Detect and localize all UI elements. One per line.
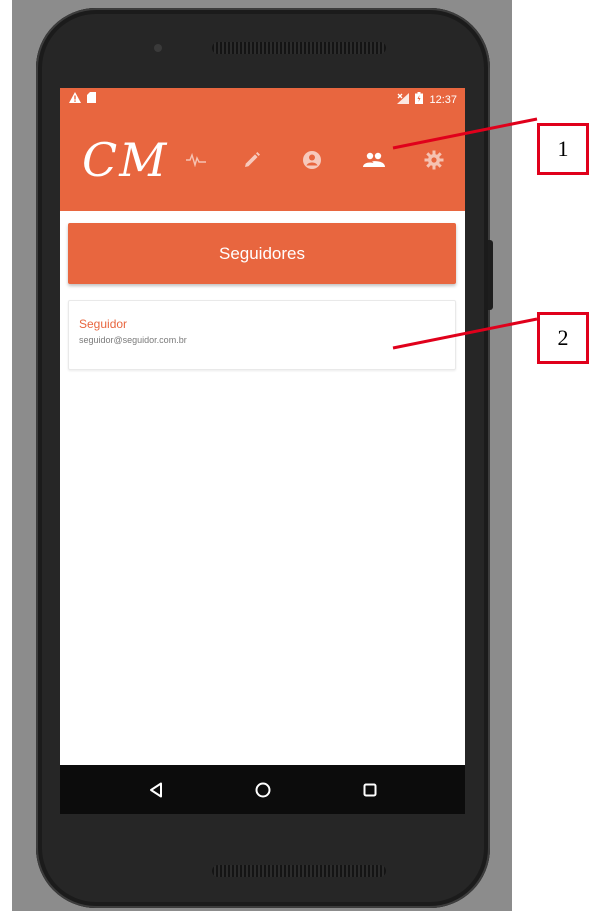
warning-icon	[69, 92, 81, 106]
callout-box-1: 1	[537, 123, 589, 175]
page-title: Seguidores	[218, 243, 305, 263]
home-icon[interactable]	[251, 778, 275, 802]
account-icon[interactable]	[300, 148, 324, 172]
settings-icon[interactable]	[422, 148, 446, 172]
status-left-icons	[69, 92, 96, 106]
top-speaker-grille	[212, 42, 386, 54]
status-right-icons: 12:37	[397, 92, 457, 107]
follower-email: seguidor@seguidor.com.br	[79, 335, 187, 345]
front-camera	[154, 44, 162, 52]
callout-number-1: 1	[557, 136, 569, 161]
followers-title-bar: Seguidores	[68, 223, 456, 284]
follower-name: Seguidor	[79, 317, 128, 331]
status-bar: 12:37	[60, 88, 465, 112]
follower-list-item[interactable]: Seguidor seguidor@seguidor.com.br	[68, 300, 456, 370]
app-logo: CM	[82, 133, 169, 187]
recents-icon[interactable]	[358, 778, 382, 802]
sd-card-icon	[87, 92, 96, 106]
side-button	[488, 240, 493, 310]
system-navigation-bar	[60, 765, 465, 814]
callout-box-2: 2	[537, 312, 589, 364]
back-icon[interactable]	[144, 778, 168, 802]
people-icon[interactable]	[362, 148, 386, 172]
no-signal-icon	[397, 92, 410, 107]
phone-screen: 12:37 CM Seguidores Seguidor seguidor@se…	[60, 88, 465, 814]
activity-icon[interactable]	[184, 148, 208, 172]
battery-icon	[415, 92, 424, 107]
status-time: 12:37	[429, 93, 457, 106]
edit-icon[interactable]	[240, 148, 264, 172]
callout-number-2: 2	[557, 325, 569, 350]
bottom-speaker-grille	[212, 865, 386, 877]
app-header: 12:37 CM	[60, 88, 465, 211]
